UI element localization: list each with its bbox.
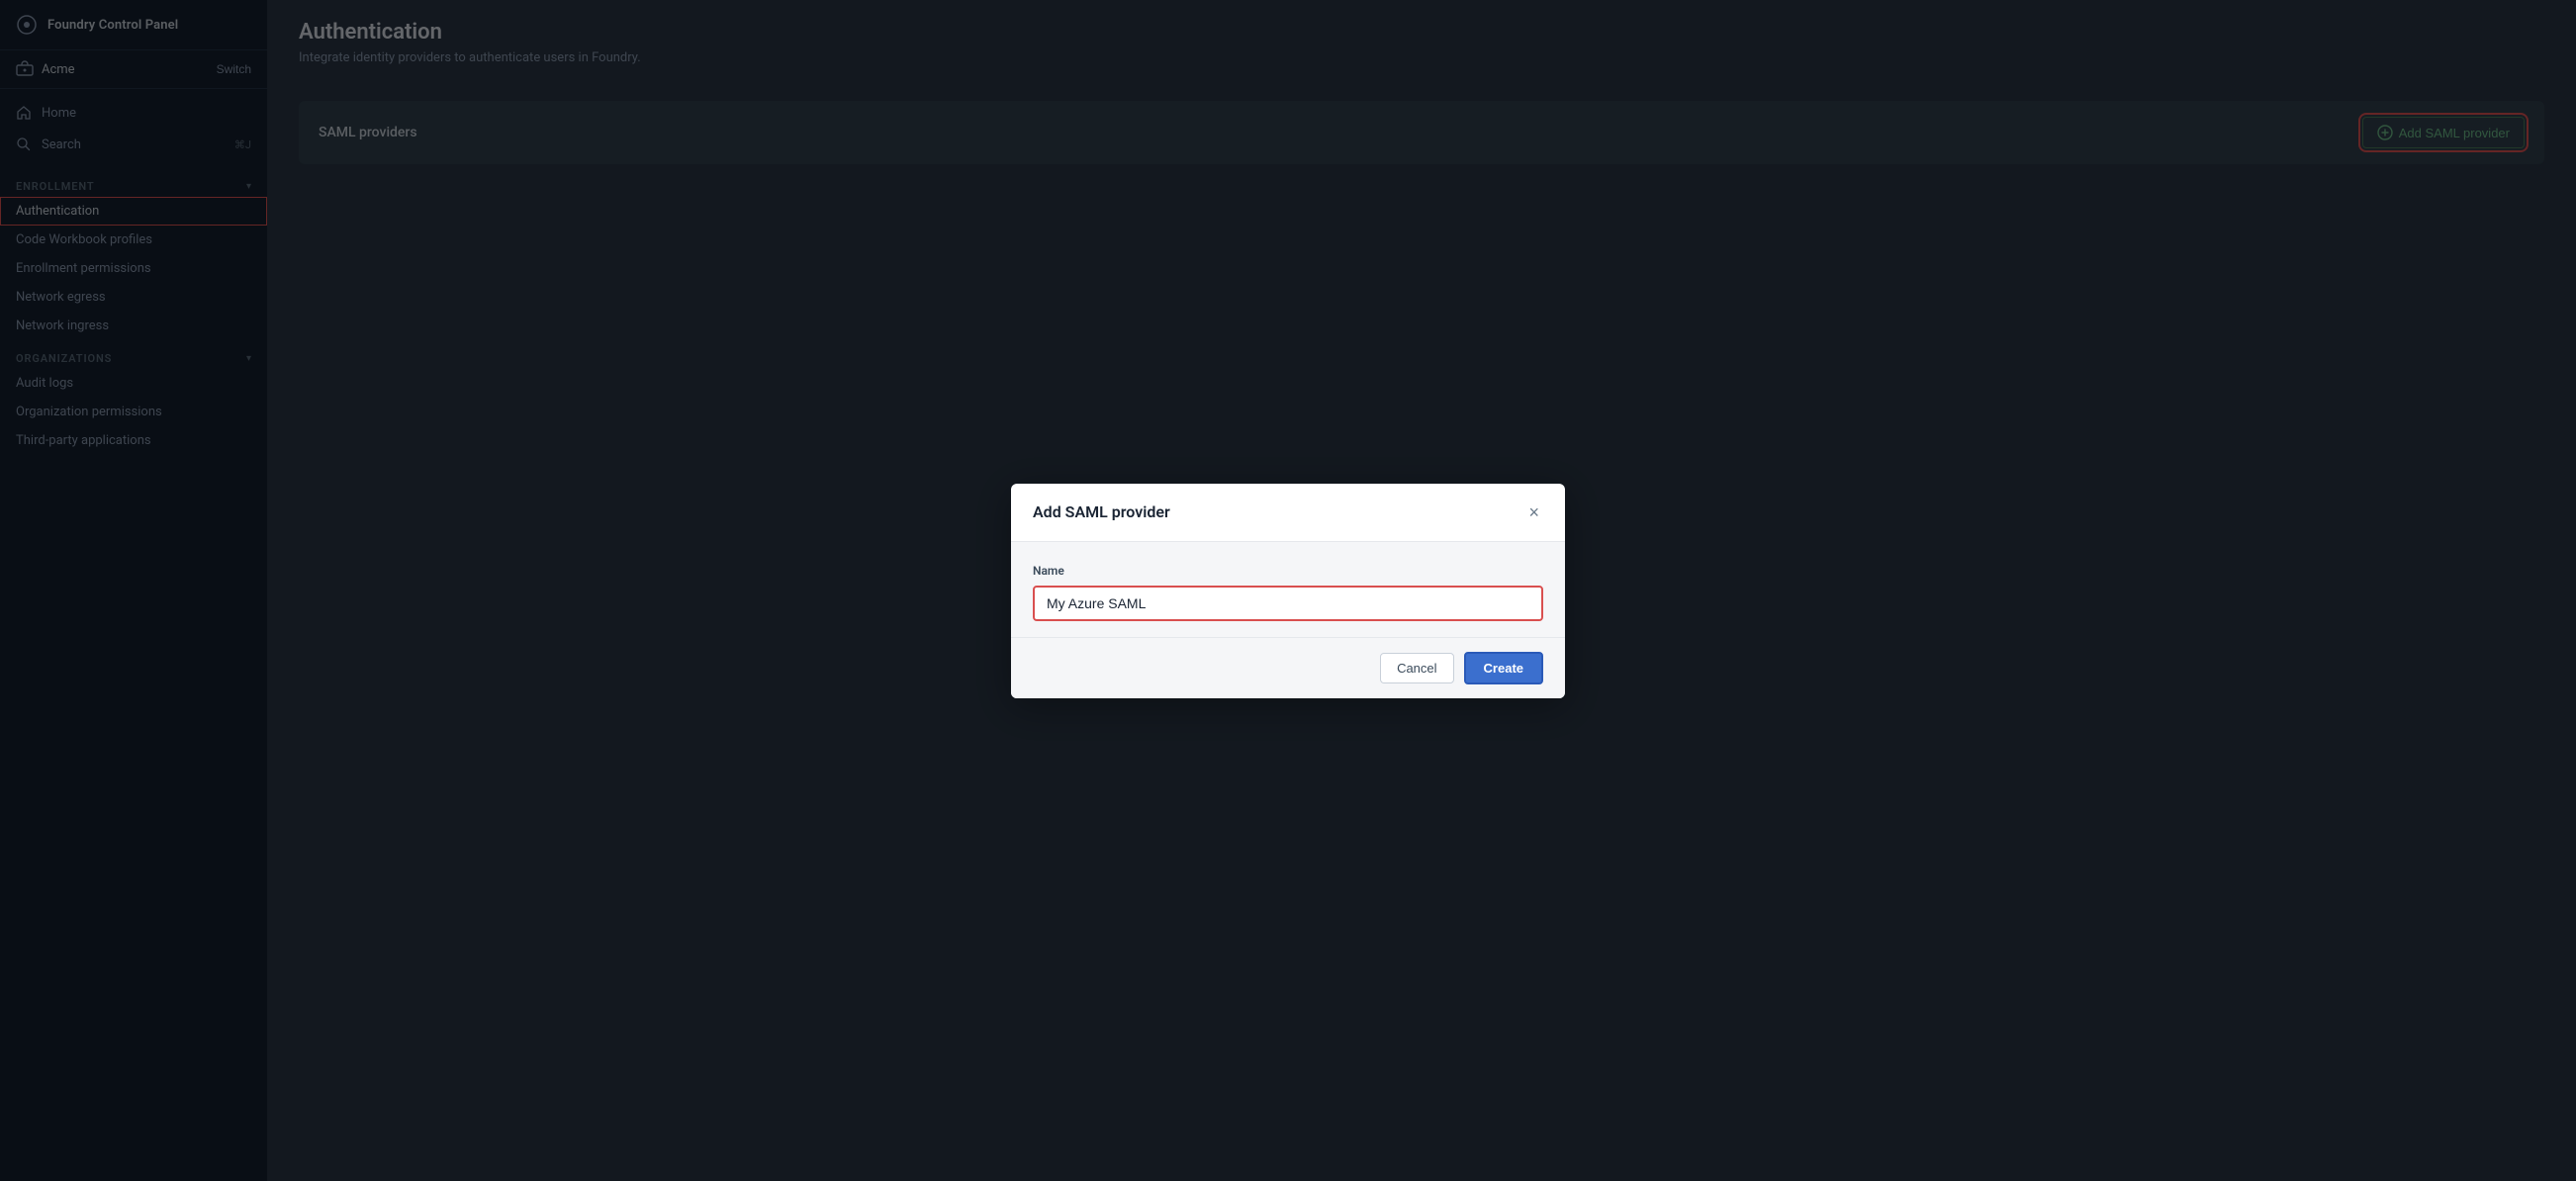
name-input[interactable] (1033, 586, 1543, 621)
create-button[interactable]: Create (1464, 652, 1543, 684)
modal-header: Add SAML provider × (1011, 484, 1565, 542)
name-field-label: Name (1033, 564, 1543, 578)
cancel-button[interactable]: Cancel (1380, 653, 1453, 683)
add-saml-modal: Add SAML provider × Name Cancel Create (1011, 484, 1565, 698)
modal-title: Add SAML provider (1033, 502, 1170, 521)
modal-overlay: Add SAML provider × Name Cancel Create (267, 0, 2576, 1181)
modal-close-button[interactable]: × (1524, 501, 1543, 523)
modal-footer: Cancel Create (1011, 637, 1565, 698)
main-content: Authentication Integrate identity provid… (267, 0, 2576, 1181)
modal-body: Name (1011, 542, 1565, 637)
